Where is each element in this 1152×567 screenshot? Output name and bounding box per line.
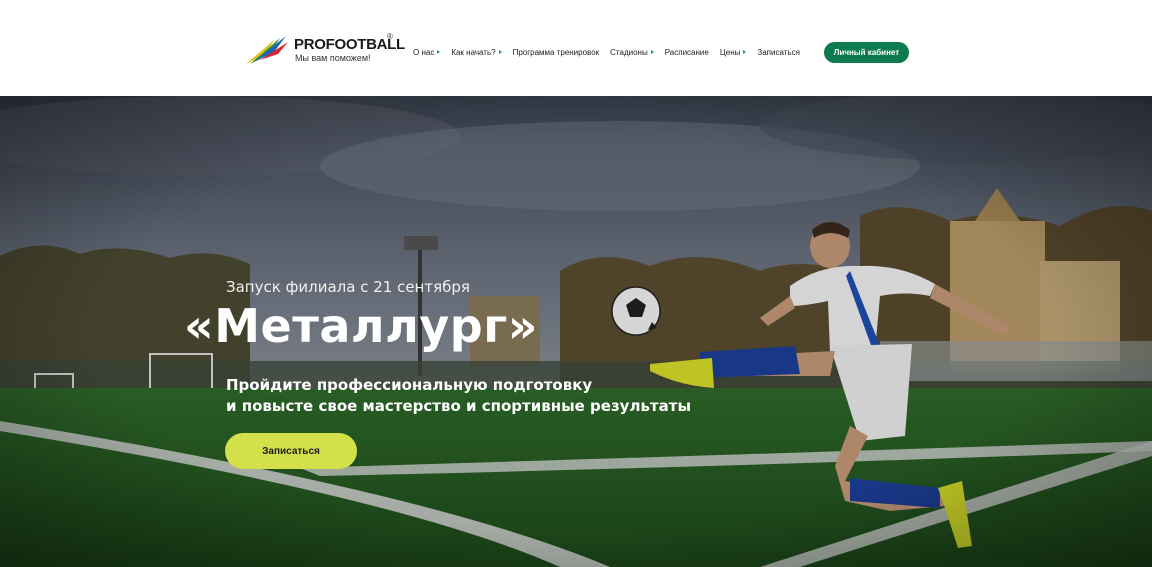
hero-description-line: и повысте свое мастерство и спортивные р… — [226, 397, 692, 415]
caret-right-icon — [743, 50, 747, 54]
hero-background-image — [0, 96, 1152, 567]
nav-item-how-to-start[interactable]: Как начать? — [451, 47, 502, 57]
brand-tagline: Мы вам поможем! — [295, 53, 371, 63]
nav-item-prices[interactable]: Цены — [720, 48, 747, 57]
nav-item-label: Цены — [719, 47, 741, 57]
nav-item-label: Расписание — [664, 47, 709, 57]
hero-description-line: Пройдите профессиональную подготовку — [226, 376, 593, 394]
nav-item-label: Стадионы — [610, 47, 648, 57]
nav-item-label: Записаться — [757, 47, 800, 57]
nav-item-label: Программа тренировок — [512, 47, 600, 57]
caret-right-icon — [498, 50, 502, 54]
hero-title: «Металлург» — [184, 299, 538, 353]
nav-item-label: О нас — [413, 47, 435, 57]
nav-item-about[interactable]: О нас — [413, 47, 441, 57]
nav-item-label: Как начать? — [451, 47, 496, 57]
main-nav: О нас Как начать? Программа тренировок С… — [413, 44, 811, 60]
nav-item-schedule[interactable]: Расписание — [665, 48, 709, 57]
hero-banner: Запуск филиала с 21 сентября «Металлург»… — [0, 96, 1152, 567]
site-header: PROFOOTBALL ® Мы вам поможем! О нас Как … — [0, 0, 1152, 96]
personal-account-button[interactable]: Личный кабинет — [824, 42, 909, 63]
registered-mark: ® — [387, 32, 393, 41]
caret-right-icon — [437, 50, 441, 54]
logo-wings-icon — [246, 36, 288, 64]
brand-logo[interactable]: PROFOOTBALL ® Мы вам поможем! — [244, 32, 405, 68]
caret-right-icon — [650, 50, 654, 54]
hero-description: Пройдите профессиональную подготовку и п… — [226, 375, 691, 417]
signup-cta-button[interactable]: Записаться — [225, 433, 357, 469]
nav-item-stadiums[interactable]: Стадионы — [610, 48, 654, 57]
nav-item-training-program[interactable]: Программа тренировок — [513, 48, 600, 57]
hero-subtitle: Запуск филиала с 21 сентября — [226, 278, 470, 296]
nav-item-signup[interactable]: Записаться — [757, 48, 800, 57]
